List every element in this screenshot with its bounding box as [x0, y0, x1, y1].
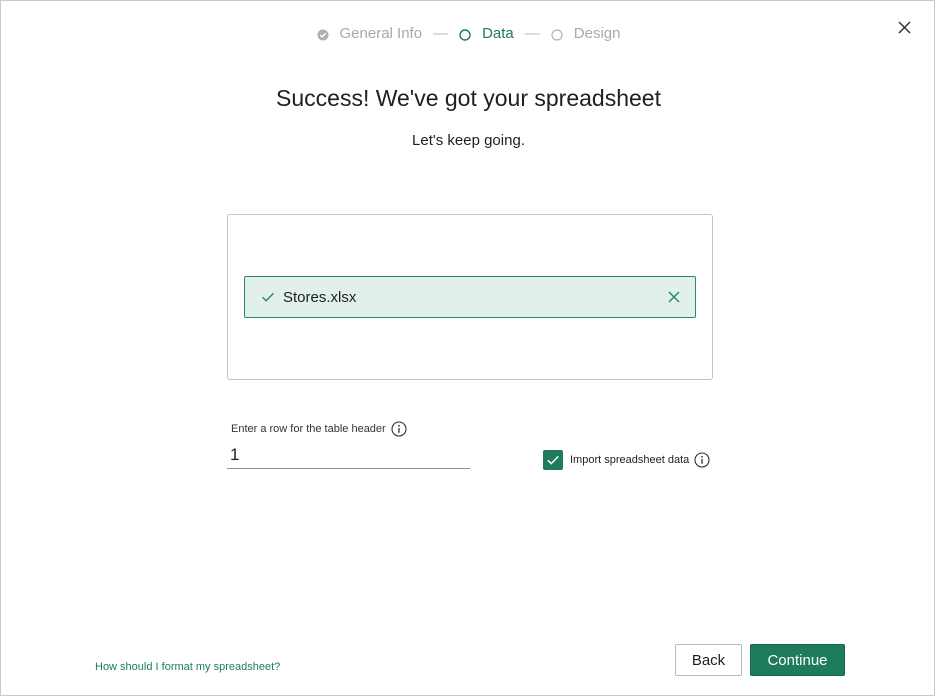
format-help-link[interactable]: How should I format my spreadsheet? [95, 661, 280, 673]
step-data: Data [459, 25, 514, 42]
step-general-info: General Info [317, 25, 423, 42]
x-icon [668, 291, 680, 303]
info-icon[interactable] [694, 452, 710, 468]
import-spreadsheet-checkbox[interactable] [543, 450, 563, 470]
import-spreadsheet-option: Import spreadsheet data [543, 450, 710, 470]
step-separator: — [524, 25, 540, 42]
uploaded-file-chip: Stores.xlsx [244, 276, 696, 318]
check-circle-icon [317, 28, 329, 40]
back-button[interactable]: Back [675, 644, 742, 676]
file-dropzone[interactable]: Stores.xlsx [227, 214, 713, 380]
check-icon [547, 455, 559, 465]
dialog-frame: General Info — Data — Design Success! We… [0, 0, 935, 696]
check-icon [261, 290, 275, 304]
page-subtitle: Let's keep going. [412, 132, 525, 149]
step-label: Design [573, 25, 621, 42]
step-separator: — [433, 25, 449, 42]
header-row-label: Enter a row for the table header [231, 421, 407, 437]
remove-file-button[interactable] [667, 290, 681, 304]
info-icon[interactable] [391, 421, 407, 437]
step-label: General Info [339, 25, 423, 42]
header-row-input[interactable] [227, 441, 470, 469]
header-row-label-text: Enter a row for the table header [231, 423, 386, 435]
circle-outline-icon [551, 28, 563, 41]
circle-outline-icon [459, 28, 471, 41]
page-title: Success! We've got your spreadsheet [276, 85, 661, 111]
file-name: Stores.xlsx [283, 288, 357, 306]
step-design: Design [551, 25, 621, 42]
stepper: General Info — Data — Design [1, 25, 935, 42]
continue-button[interactable]: Continue [750, 644, 845, 676]
import-spreadsheet-label: Import spreadsheet data [570, 454, 690, 466]
close-button[interactable] [895, 21, 913, 39]
step-label: Data [482, 25, 514, 42]
close-icon [897, 21, 911, 39]
